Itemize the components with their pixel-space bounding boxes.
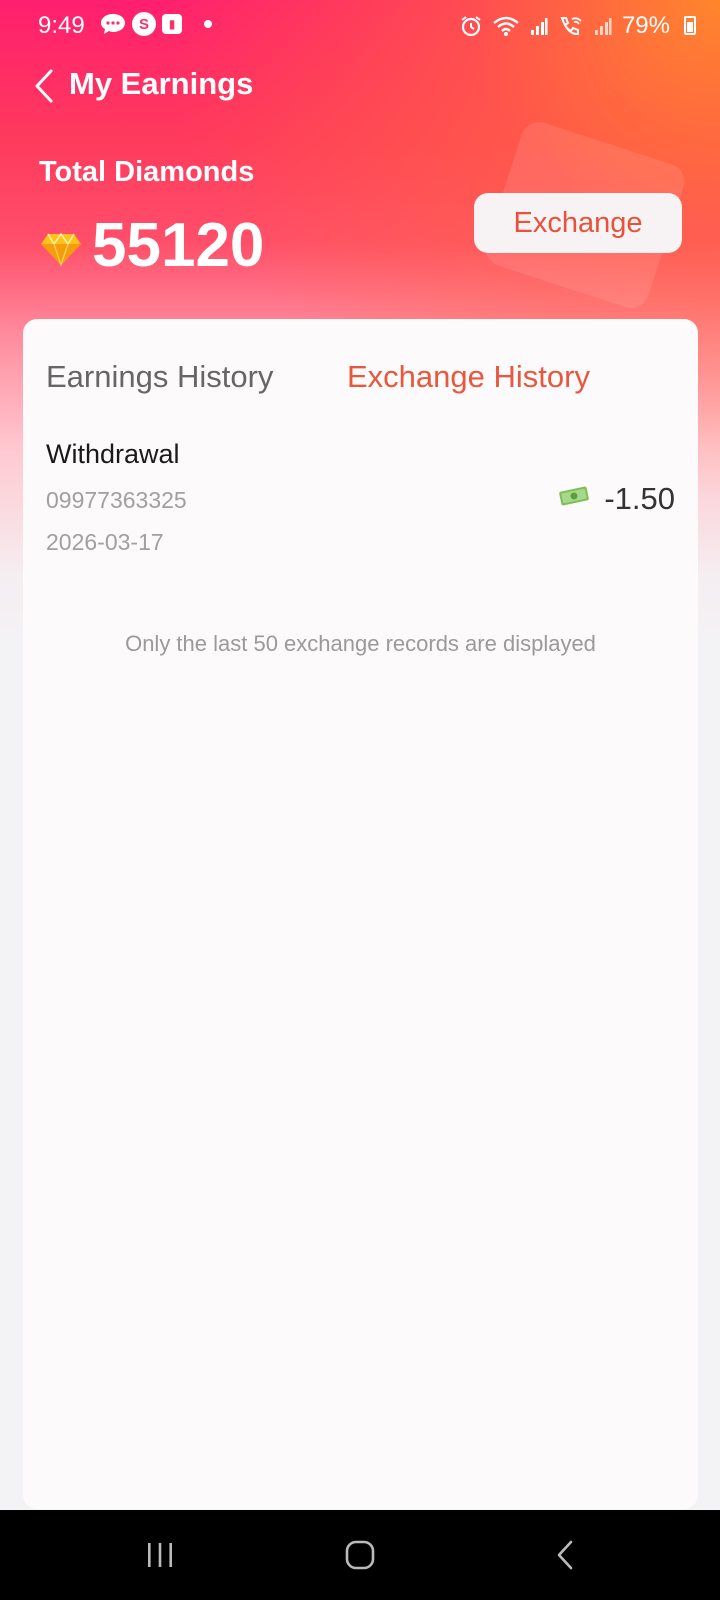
signal-icon (530, 18, 548, 35)
system-icons: 79% (460, 12, 670, 40)
alarm-icon (461, 16, 481, 37)
battery-percent: 79% (621, 12, 670, 39)
nav-back-icon (557, 1540, 573, 1570)
record-type: Withdrawal (46, 439, 180, 469)
diamond-icon (41, 232, 81, 266)
notification-icons: S ▮ (100, 12, 212, 36)
page-title: My Earnings (69, 66, 254, 101)
signal-icon (594, 18, 612, 35)
total-diamonds-label: Total Diamonds (39, 156, 255, 188)
record-amount: -1.50 (604, 481, 675, 516)
system-nav-bar (0, 1510, 720, 1600)
nav-back-button[interactable] (540, 1532, 590, 1578)
chat-icon (101, 14, 125, 34)
cash-icon (559, 486, 589, 506)
record-account: 09977363325 (46, 487, 187, 513)
history-card: Earnings History Exchange History Withdr… (23, 319, 698, 1509)
records-limit-note: Only the last 50 exchange records are di… (125, 631, 596, 656)
recent-apps-button[interactable] (135, 1532, 185, 1578)
home-button[interactable] (335, 1532, 385, 1578)
media-icon: ▮ (162, 14, 182, 34)
wifi-icon (493, 16, 519, 36)
status-bar: 9:49 S ▮ 79% (0, 0, 720, 52)
recent-apps-icon (148, 1543, 172, 1567)
home-icon (345, 1540, 375, 1570)
battery-icon (684, 16, 696, 35)
list-item: Withdrawal 09977363325 2026-03-17 -1.50 (23, 439, 698, 569)
exchange-button[interactable]: Exchange (474, 193, 682, 253)
wifi-call-icon (560, 17, 582, 36)
chevron-left-icon (35, 69, 53, 103)
tab-earnings-history[interactable]: Earnings History (46, 359, 273, 395)
more-notifications-dot (204, 20, 212, 28)
total-diamonds-value: 55120 (92, 211, 265, 280)
status-time: 9:49 (38, 12, 85, 39)
back-button[interactable] (26, 64, 62, 108)
record-date: 2026-03-17 (46, 529, 164, 555)
tab-exchange-history[interactable]: Exchange History (347, 359, 590, 395)
s-app-icon: S (132, 12, 156, 36)
